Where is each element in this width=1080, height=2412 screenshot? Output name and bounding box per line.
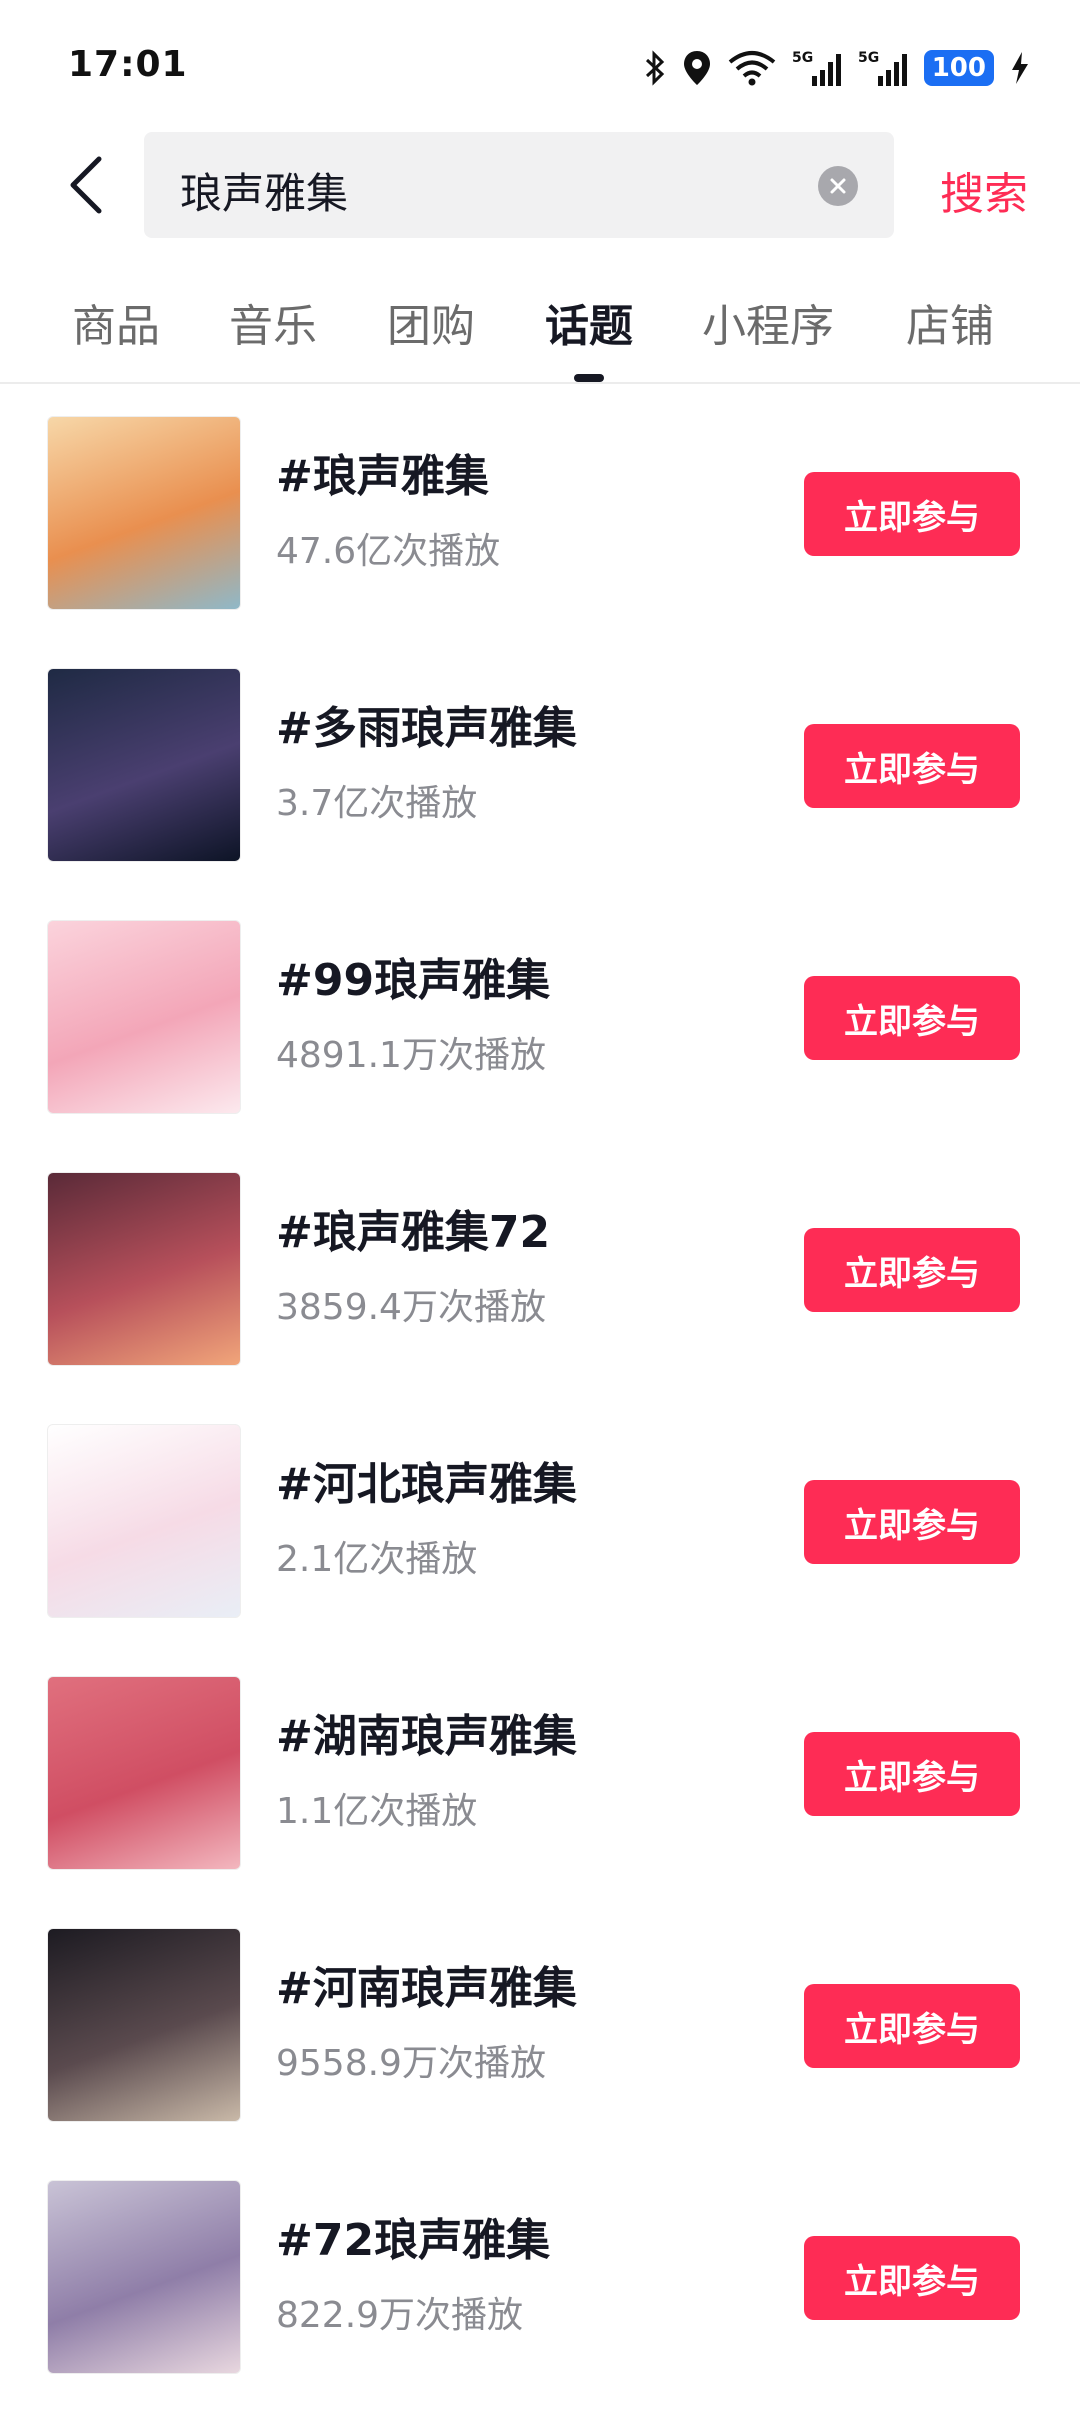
topic-title: #琅声雅集 <box>276 451 489 502</box>
topic-play-count: 3859.4万次播放 <box>276 1287 546 1328</box>
tab-group-buy[interactable]: 团购 <box>387 290 475 354</box>
search-header: 琅声雅集 搜索 <box>0 130 1080 240</box>
close-icon <box>830 178 846 194</box>
topic-title: #河南琅声雅集 <box>276 1963 577 2014</box>
signal-5g-icon: 5G <box>858 48 908 88</box>
topic-play-count: 4891.1万次播放 <box>276 1035 546 1076</box>
topic-title: #多雨琅声雅集 <box>276 703 577 754</box>
tab-mini-programs[interactable]: 小程序 <box>702 290 834 354</box>
topic-thumbnail <box>47 1424 241 1618</box>
list-item[interactable]: #多雨琅声雅集 3.7亿次播放 立即参与 <box>0 662 1080 914</box>
topic-thumbnail <box>47 1172 241 1366</box>
topic-thumbnail <box>47 1676 241 1870</box>
topic-play-count: 1.1亿次播放 <box>276 1791 478 1832</box>
status-icons: 5G 5G 100 <box>644 46 1030 90</box>
topic-title: #琅声雅集72 <box>276 1207 551 1258</box>
status-bar: 17:01 5G 5G 100 <box>0 0 1080 130</box>
tab-shops[interactable]: 店铺 <box>906 290 994 354</box>
list-item[interactable]: #琅声雅集72 3859.4万次播放 立即参与 <box>0 1166 1080 1418</box>
join-button[interactable]: 立即参与 <box>804 2236 1020 2320</box>
topic-play-count: 3.7亿次播放 <box>276 783 478 824</box>
topic-title: #河北琅声雅集 <box>276 1459 577 1510</box>
topic-play-count: 9558.9万次播放 <box>276 2043 546 2084</box>
svg-text:5G: 5G <box>858 50 879 66</box>
topic-title: #湖南琅声雅集 <box>276 1711 577 1762</box>
tab-topics[interactable]: 话题 <box>545 290 633 354</box>
back-button[interactable] <box>50 150 120 220</box>
list-item[interactable]: #99琅声雅集 4891.1万次播放 立即参与 <box>0 914 1080 1166</box>
charging-icon <box>1010 50 1030 86</box>
join-button[interactable]: 立即参与 <box>804 1984 1020 2068</box>
active-tab-indicator <box>574 374 604 382</box>
topic-thumbnail <box>47 668 241 862</box>
join-button[interactable]: 立即参与 <box>804 472 1020 556</box>
topic-thumbnail <box>47 416 241 610</box>
signal-5g-icon: 5G <box>792 48 842 88</box>
topic-thumbnail <box>47 1928 241 2122</box>
join-button[interactable]: 立即参与 <box>804 1228 1020 1312</box>
search-input[interactable]: 琅声雅集 <box>144 132 894 238</box>
topic-thumbnail <box>47 2180 241 2374</box>
join-button[interactable]: 立即参与 <box>804 724 1020 808</box>
topic-title: #99琅声雅集 <box>276 955 551 1006</box>
join-button[interactable]: 立即参与 <box>804 1732 1020 1816</box>
topic-play-count: 2.1亿次播放 <box>276 1539 478 1580</box>
join-button[interactable]: 立即参与 <box>804 1480 1020 1564</box>
clear-search-button[interactable] <box>818 166 858 206</box>
category-tabs: 商品 音乐 团购 话题 小程序 店铺 <box>0 290 1080 384</box>
list-item[interactable]: #湖南琅声雅集 1.1亿次播放 立即参与 <box>0 1670 1080 1922</box>
wifi-icon <box>728 50 776 86</box>
search-button[interactable]: 搜索 <box>940 158 1028 222</box>
battery-icon: 100 <box>923 50 994 86</box>
topic-play-count: 822.9万次播放 <box>276 2295 524 2336</box>
list-item[interactable]: #72琅声雅集 822.9万次播放 立即参与 <box>0 2174 1080 2412</box>
topic-thumbnail <box>47 920 241 1114</box>
tab-music[interactable]: 音乐 <box>229 290 317 354</box>
topic-play-count: 47.6亿次播放 <box>276 531 501 572</box>
svg-text:5G: 5G <box>792 50 813 66</box>
list-item[interactable]: #琅声雅集 47.6亿次播放 立即参与 <box>0 410 1080 662</box>
list-item[interactable]: #河南琅声雅集 9558.9万次播放 立即参与 <box>0 1922 1080 2174</box>
battery-level: 100 <box>923 50 994 86</box>
search-query: 琅声雅集 <box>180 169 349 218</box>
bluetooth-icon <box>644 50 666 86</box>
list-item[interactable]: #河北琅声雅集 2.1亿次播放 立即参与 <box>0 1418 1080 1670</box>
join-button[interactable]: 立即参与 <box>804 976 1020 1060</box>
status-time: 17:01 <box>68 44 188 85</box>
chevron-left-icon <box>70 156 102 214</box>
location-icon <box>682 49 712 87</box>
topic-title: #72琅声雅集 <box>276 2215 551 2266</box>
tab-products[interactable]: 商品 <box>72 290 160 354</box>
